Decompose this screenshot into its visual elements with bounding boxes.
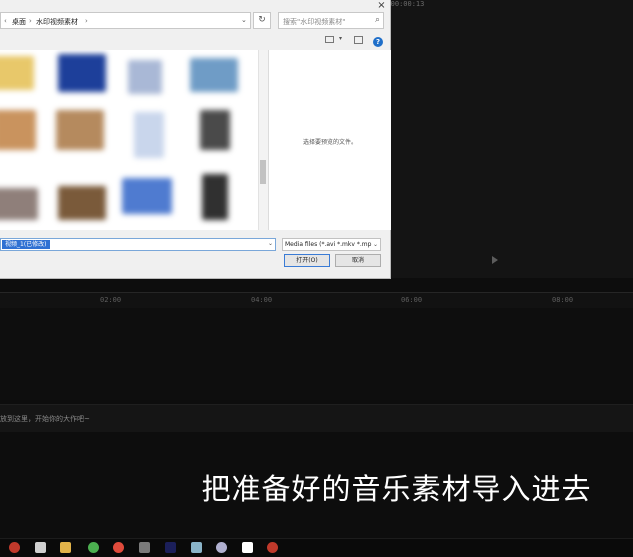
ruler-tick: 08:00 [552,296,574,304]
preview-message: 选择要预览的文件。 [302,139,357,146]
breadcrumb-desktop[interactable]: 桌面 [12,17,26,27]
phone-icon[interactable] [139,542,150,553]
file-open-dialog: × ‹ 桌面 › 水印视频素材 › ⌄ ↻ 搜索"水印视频素材" ⌕ ▾ ? 选… [0,0,391,279]
chrome-icon[interactable] [88,542,99,553]
subtitle-text: 把准备好的音乐素材导入进去 [201,472,592,506]
file-thumbnail[interactable] [0,56,34,90]
status-bar: 放到这里，开始你的大作吧~ [0,404,633,433]
file-list[interactable] [0,50,258,230]
open-button[interactable]: 打开(O) [284,254,330,267]
timeline-track[interactable] [0,308,633,400]
chevron-right-icon: › [29,17,32,25]
record-icon[interactable] [9,542,20,553]
chevron-right-icon: › [85,17,88,25]
chevron-down-icon[interactable]: ⌄ [241,16,247,24]
capcut-icon[interactable] [242,542,253,553]
file-thumbnail[interactable] [56,110,104,150]
chevron-left-icon: ‹ [4,17,7,25]
filename-value: 视频_1(已修改) [2,240,50,249]
close-icon[interactable]: × [373,0,390,11]
play-icon[interactable] [492,256,498,264]
screen: 01:00:00:13 02:00 04:00 06:00 08:00 放到这里… [0,0,633,557]
file-thumbnail[interactable] [58,54,106,92]
record-icon-2[interactable] [267,542,278,553]
view-mode-icon[interactable] [325,36,334,43]
search-icon: ⌕ [374,15,380,25]
chevron-down-icon[interactable]: ⌄ [268,240,273,247]
notes-icon[interactable] [191,542,202,553]
chevron-down-icon: ⌄ [372,241,378,248]
ruler-tick: 04:00 [251,296,273,304]
file-list-scrollbar[interactable] [258,50,268,230]
cancel-button[interactable]: 取消 [335,254,381,267]
dialog-toolbar: ▾ [0,32,390,50]
file-thumbnail[interactable] [200,110,230,150]
taskbar [0,538,633,557]
address-bar[interactable]: ‹ 桌面 › 水印视频素材 › ⌄ [0,12,251,29]
file-thumbnail[interactable] [190,58,238,92]
file-thumbnail[interactable] [128,60,162,94]
filetype-value: Media files (*.avi *.mkv *.mp [285,241,372,248]
preview-pane: 选择要预览的文件。 [268,50,391,230]
refresh-button[interactable]: ↻ [253,12,271,29]
file-thumbnail[interactable] [0,188,38,220]
breadcrumb-folder[interactable]: 水印视频素材 [36,17,78,27]
file-thumbnail[interactable] [0,110,36,150]
file-thumbnail[interactable] [134,112,164,158]
filename-input[interactable]: 视频_1(已修改) ⌄ [0,238,276,251]
ruler-tick: 02:00 [100,296,122,304]
premiere-icon[interactable] [165,542,176,553]
chrome-icon-2[interactable] [113,542,124,553]
ruler-tick: 06:00 [401,296,423,304]
filetype-select[interactable]: Media files (*.avi *.mkv *.mp ⌄ [282,238,381,251]
camera-icon[interactable] [216,542,227,553]
file-icon[interactable] [35,542,46,553]
search-placeholder: 搜索"水印视频素材" [283,18,346,26]
file-thumbnail[interactable] [202,174,228,220]
search-input[interactable]: 搜索"水印视频素材" ⌕ [278,12,384,29]
file-thumbnail[interactable] [122,178,172,214]
help-icon[interactable]: ? [373,37,383,47]
file-thumbnail[interactable] [58,186,106,220]
video-subtitle: 把准备好的音乐素材导入进去 [0,466,633,508]
chevron-down-icon[interactable]: ▾ [339,35,342,42]
folder-icon[interactable] [60,542,71,553]
preview-pane-icon[interactable] [354,36,363,44]
scrollbar-thumb[interactable] [260,160,266,184]
status-text: 放到这里，开始你的大作吧~ [0,415,90,423]
